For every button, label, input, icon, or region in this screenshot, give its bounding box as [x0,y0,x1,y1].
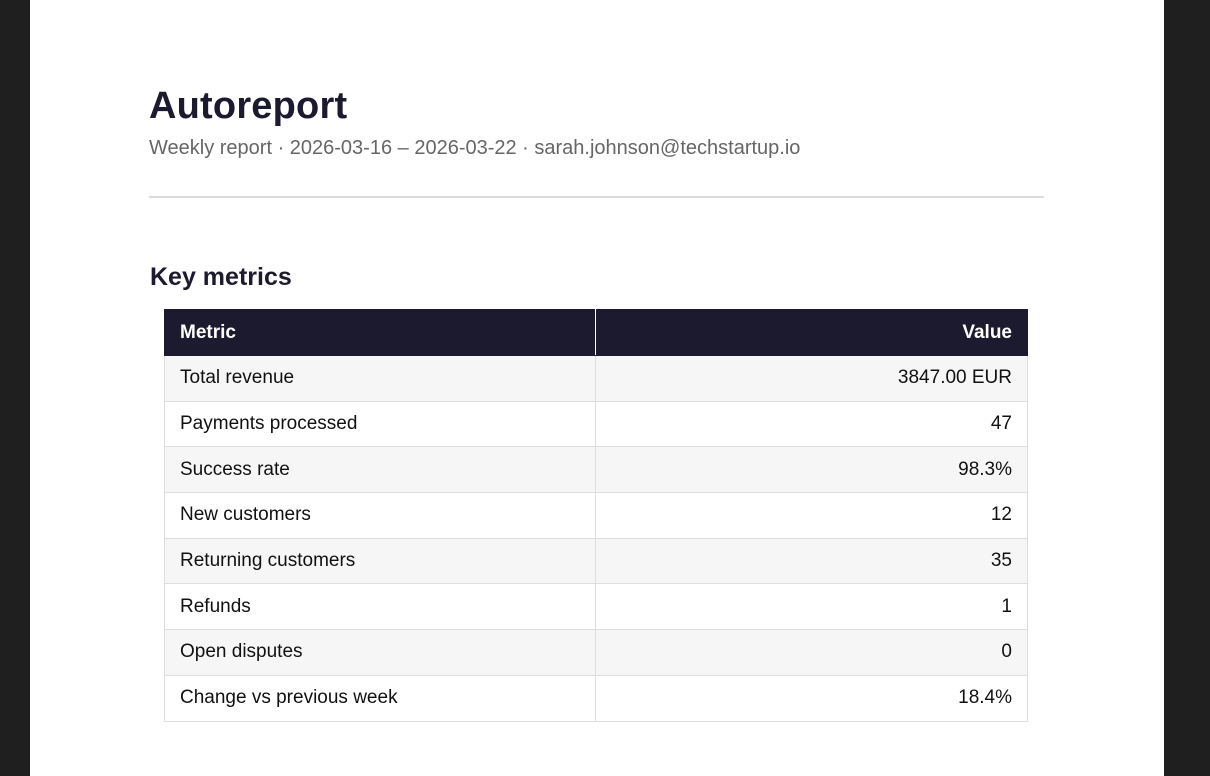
metric-cell: Total revenue [164,355,596,402]
table-row: Refunds 1 [164,583,1028,631]
value-cell: 47 [595,400,1028,448]
metric-cell: Payments processed [164,400,596,448]
table-row: Returning customers 35 [164,537,1028,585]
column-header-value: Value [595,309,1028,356]
metric-cell: Refunds [164,583,596,631]
value-cell: 0 [595,629,1028,676]
value-cell: 3847.00 EUR [595,355,1028,402]
column-header-metric: Metric [164,309,596,356]
table-row: Payments processed 47 [164,400,1028,448]
table-header-row: Metric Value [164,309,1028,356]
value-cell: 35 [595,537,1028,585]
key-metrics-table: Metric Value Total revenue 3847.00 EUR P… [164,309,1028,722]
table-row: Open disputes 0 [164,629,1028,676]
divider [149,196,1044,198]
metric-cell: Open disputes [164,629,596,676]
report-page: Autoreport Weekly report · 2026-03-16 – … [30,0,1164,776]
table-row: Success rate 98.3% [164,446,1028,494]
metric-cell: Success rate [164,446,596,494]
value-cell: 18.4% [595,674,1028,722]
table-row: Total revenue 3847.00 EUR [164,355,1028,402]
value-cell: 1 [595,583,1028,631]
report-subtitle: Weekly report · 2026-03-16 – 2026-03-22 … [149,137,801,159]
value-cell: 12 [595,492,1028,539]
value-cell: 98.3% [595,446,1028,494]
metric-cell: Returning customers [164,537,596,585]
table-row: Change vs previous week 18.4% [164,674,1028,722]
section-title-key-metrics: Key metrics [150,263,292,291]
table-row: New customers 12 [164,492,1028,539]
report-title: Autoreport [149,85,348,127]
metric-cell: Change vs previous week [164,674,596,722]
metric-cell: New customers [164,492,596,539]
